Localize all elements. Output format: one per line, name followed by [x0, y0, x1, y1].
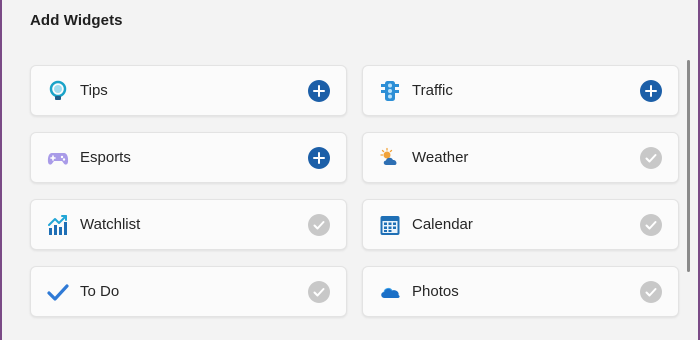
widget-label: Weather [412, 149, 469, 166]
plus-icon [313, 85, 325, 97]
calendar-icon [379, 214, 401, 236]
add-widget-button[interactable] [308, 80, 330, 102]
widget-label: Esports [80, 149, 131, 166]
widget-card-tips[interactable]: Tips [30, 65, 347, 116]
widget-card-esports[interactable]: Esports [30, 132, 347, 183]
widget-card-traffic[interactable]: Traffic [362, 65, 679, 116]
add-widget-button[interactable] [640, 80, 662, 102]
widget-label: Tips [80, 82, 108, 99]
widget-card-weather[interactable]: Weather [362, 132, 679, 183]
dialog-title: Add Widgets [30, 12, 123, 29]
widget-label: Watchlist [80, 216, 141, 233]
add-widgets-dialog: Add Widgets Tips Traffic Esports Weather… [0, 0, 700, 340]
widget-added-indicator[interactable] [640, 214, 662, 236]
widget-card-calendar[interactable]: Calendar [362, 199, 679, 250]
plus-icon [645, 85, 657, 97]
checkmark-icon [313, 221, 325, 230]
plus-icon [313, 152, 325, 164]
widget-added-indicator[interactable] [640, 147, 662, 169]
widget-added-indicator[interactable] [640, 281, 662, 303]
vertical-scrollbar[interactable] [687, 60, 690, 272]
checkmark-icon [645, 288, 657, 297]
stock-chart-icon [47, 214, 69, 236]
traffic-light-icon [379, 80, 401, 102]
widget-label: Calendar [412, 216, 473, 233]
checkmark-icon [313, 288, 325, 297]
todo-checkmark-icon [47, 281, 69, 303]
weather-icon [379, 147, 401, 169]
checkmark-icon [645, 221, 657, 230]
cloud-icon [379, 281, 401, 303]
widget-label: Traffic [412, 82, 453, 99]
widget-label: To Do [80, 283, 120, 300]
widget-added-indicator[interactable] [308, 214, 330, 236]
widget-card-to-do[interactable]: To Do [30, 266, 347, 317]
widget-added-indicator[interactable] [308, 281, 330, 303]
add-widget-button[interactable] [308, 147, 330, 169]
widget-card-photos[interactable]: Photos [362, 266, 679, 317]
lightbulb-icon [47, 80, 69, 102]
widget-grid: Tips Traffic Esports Weather Watchlist C… [30, 65, 680, 340]
checkmark-icon [645, 154, 657, 163]
widget-label: Photos [412, 283, 459, 300]
widget-card-watchlist[interactable]: Watchlist [30, 199, 347, 250]
gamepad-icon [47, 147, 69, 169]
